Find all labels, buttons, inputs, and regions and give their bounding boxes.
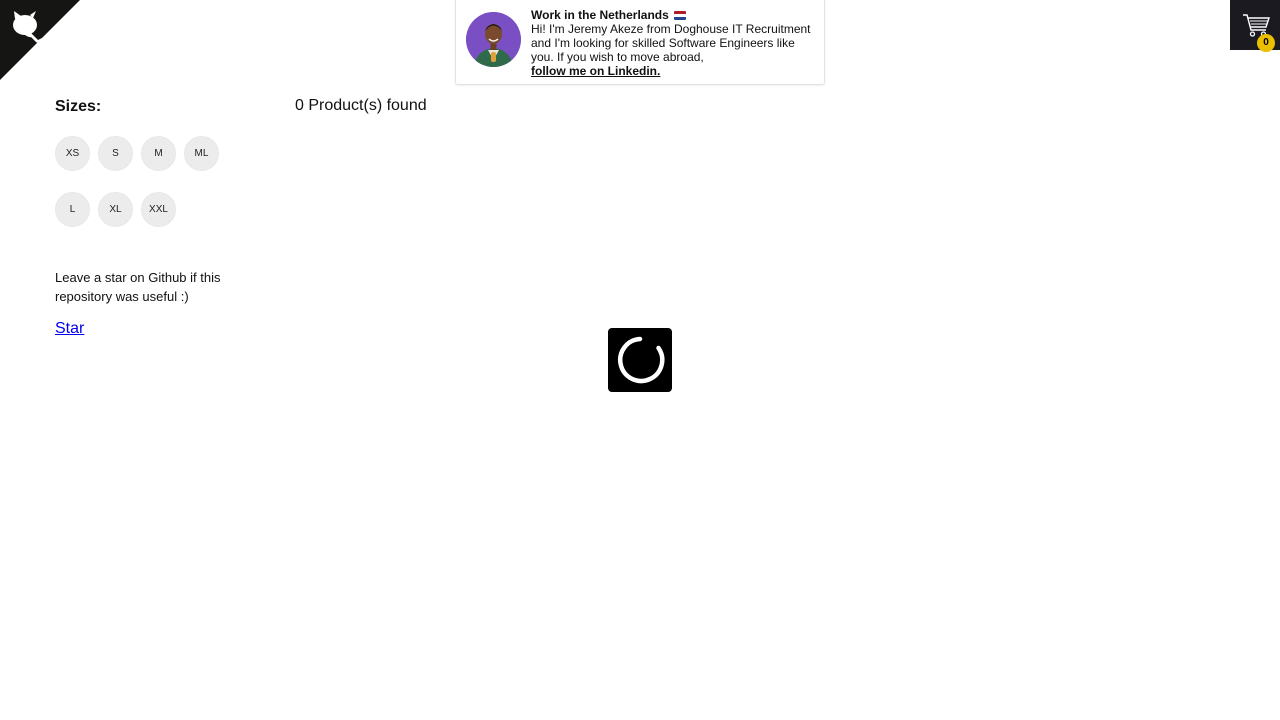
cart-count-badge: 0 [1257,34,1275,52]
github-star-link[interactable]: Star [55,320,84,338]
size-s-button[interactable]: S [98,136,133,171]
banner-content: Work in the Netherlands Hi! I'm Jeremy A… [531,8,814,78]
linkedin-follow-link[interactable]: follow me on Linkedin. [531,64,660,78]
recruiter-banner: Work in the Netherlands Hi! I'm Jeremy A… [455,0,825,85]
sizes-filter-title: Sizes: [55,98,102,115]
cart-button[interactable]: 0 [1230,0,1280,52]
spinner-icon [618,336,665,384]
octocat-icon [0,0,80,80]
recruiter-avatar [466,12,521,67]
size-ml-button[interactable]: ML [184,136,219,171]
github-star-message: Leave a star on Github if this repositor… [55,270,221,304]
size-xxl-button[interactable]: XXL [141,192,176,227]
banner-title: Work in the Netherlands [531,8,814,22]
github-corner-link[interactable] [0,0,80,80]
products-found-count: 0 Product(s) found [295,97,427,114]
sizes-filter: XS S M ML L XL XXL [55,136,245,227]
size-xs-button[interactable]: XS [55,136,90,171]
size-xl-button[interactable]: XL [98,192,133,227]
netherlands-flag-icon [673,10,686,20]
size-l-button[interactable]: L [55,192,90,227]
size-m-button[interactable]: M [141,136,176,171]
loading-spinner [608,328,672,392]
banner-body: Hi! I'm Jeremy Akeze from Doghouse IT Re… [531,22,811,64]
banner-title-text: Work in the Netherlands [531,8,669,22]
